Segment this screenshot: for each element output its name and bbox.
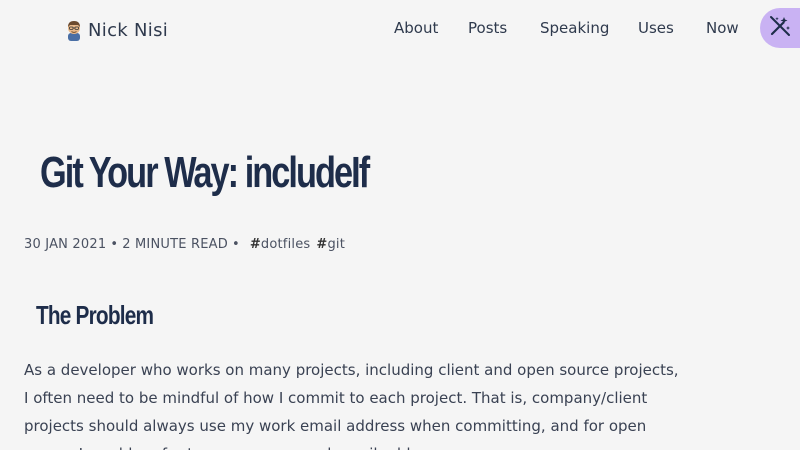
wand-icon xyxy=(769,15,791,41)
theme-toggle-button[interactable] xyxy=(760,8,800,48)
meta-separator: • xyxy=(110,237,119,252)
site-header: Nick Nisi About Posts Speaking Uses Now xyxy=(0,0,800,60)
nav-uses[interactable]: Uses xyxy=(638,19,674,37)
section-heading: The Problem xyxy=(36,300,154,330)
post-meta: 30 JAN 2021 • 2 MINUTE READ • #dotfiles … xyxy=(24,237,345,252)
post-title: Git Your Way: includeIf xyxy=(40,148,370,197)
meta-separator: • xyxy=(231,237,240,252)
read-time: 2 MINUTE READ xyxy=(122,237,228,252)
tag-git[interactable]: #git xyxy=(316,237,345,252)
post-date: 30 JAN 2021 xyxy=(24,237,107,252)
site-name: Nick Nisi xyxy=(88,19,169,41)
avatar-icon xyxy=(63,19,85,41)
nav-speaking[interactable]: Speaking xyxy=(540,19,609,37)
post-paragraph: As a developer who works on many project… xyxy=(24,361,679,450)
nav-now[interactable]: Now xyxy=(706,19,739,37)
nav-posts[interactable]: Posts xyxy=(468,19,507,37)
nav-about[interactable]: About xyxy=(394,19,438,37)
home-link[interactable]: Nick Nisi xyxy=(63,17,168,43)
tag-dotfiles[interactable]: #dotfiles xyxy=(250,237,311,252)
